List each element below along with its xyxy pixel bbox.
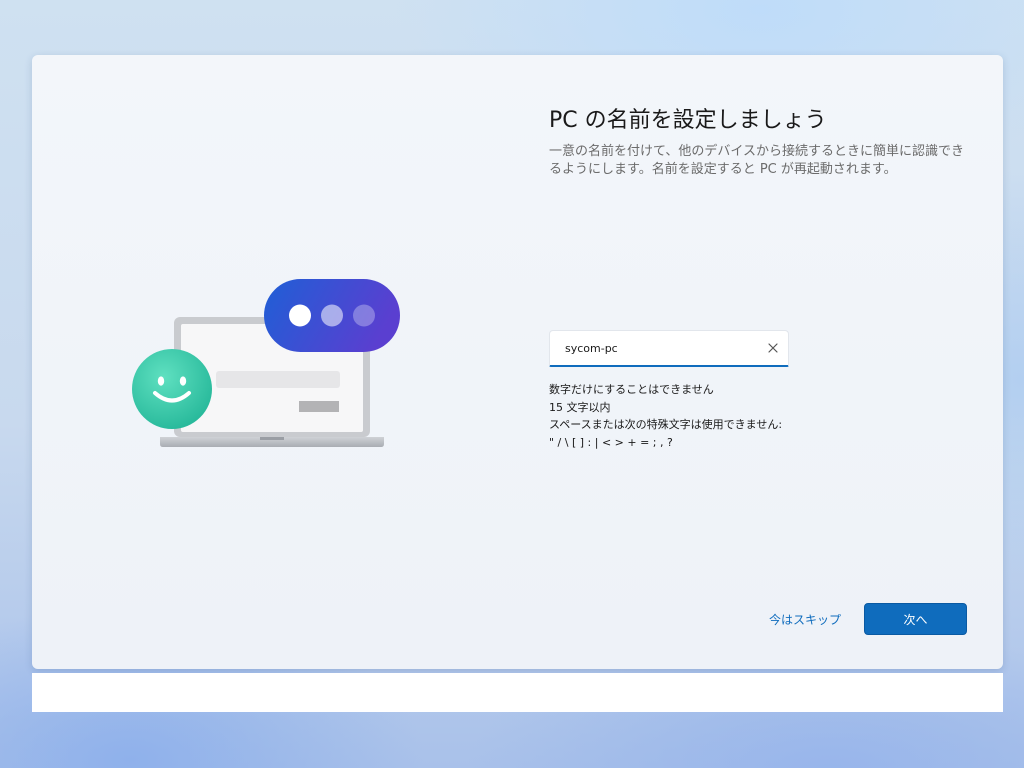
rule-item: " / \ [ ] : | < > + = ; , ? [549, 435, 673, 449]
illustration [132, 277, 412, 487]
bottom-bar [32, 673, 1003, 712]
chat-bubble-icon [264, 279, 400, 352]
pc-name-field[interactable] [549, 330, 789, 367]
rule-item: スペースまたは次の特殊文字は使用できません: [549, 418, 783, 431]
page-description: 一意の名前を付けて、他のデバイスから接続するときに簡単に認識できるようにします。… [549, 144, 964, 177]
next-button[interactable]: 次へ [864, 603, 967, 635]
smiley-face-icon [132, 349, 212, 429]
page-title: PC の名前を設定しましょう [549, 108, 827, 133]
clear-button[interactable] [764, 339, 782, 357]
close-icon [768, 343, 778, 353]
rule-item: 数字だけにすることはできません [549, 383, 714, 396]
pc-name-input[interactable] [565, 340, 755, 356]
name-rules: 数字だけにすることはできません 15 文字以内 スペースまたは次の特殊文字は使用… [549, 381, 782, 451]
setup-panel: PC の名前を設定しましょう 一意の名前を付けて、他のデバイスから接続するときに… [32, 55, 1003, 669]
rule-item: 15 文字以内 [549, 400, 611, 414]
skip-button[interactable]: 今はスキップ [760, 607, 850, 631]
